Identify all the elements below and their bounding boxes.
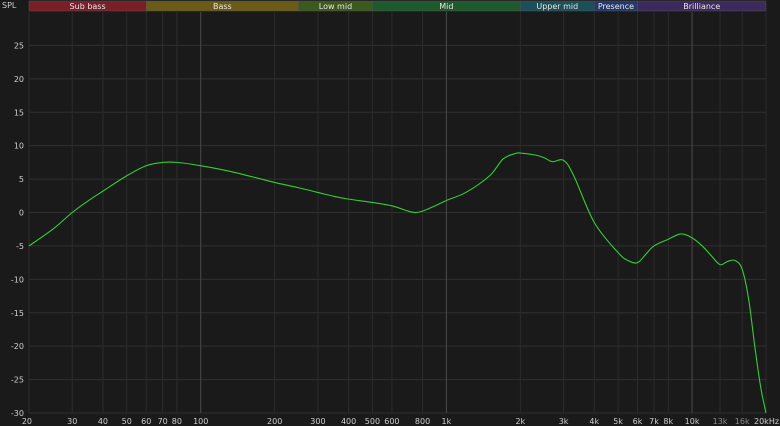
band-label-2: Low mid [319,2,352,11]
x-tick-2: 40 [98,417,108,426]
y-tick-7: -10 [11,275,24,284]
x-tick-1: 30 [67,417,77,426]
x-tick-11: 500 [365,417,380,426]
band-label-5: Presence [598,2,634,11]
x-tick-10: 400 [341,417,356,426]
x-tick-21: 8k [663,417,673,426]
x-tick-25: 20kHz [754,417,779,426]
x-tick-9: 300 [310,417,325,426]
x-tick-6: 80 [172,417,182,426]
frequency-response-chart: Sub bass Bass Low mid Mid Upper mid Presence B… [0,0,780,426]
frequency-bands: Sub bass Bass Low mid Mid Upper mid Presence B… [28,0,767,12]
x-tick-14: 1k [442,417,452,426]
y-tick-4: 5 [19,175,24,184]
x-tick-3: 50 [122,417,132,426]
y-tick-1: 20 [14,75,24,84]
x-tick-23: 13k [713,417,728,426]
x-tick-24: 16k [735,417,750,426]
x-tick-15: 2k [515,417,525,426]
y-tick-3: 10 [14,142,24,151]
band-label-4: Upper mid [536,2,578,11]
x-tick-8: 200 [267,417,282,426]
y-tick-8: -15 [11,309,24,318]
band-label-6: Brilliance [683,2,720,11]
x-tick-5: 70 [158,417,168,426]
y-tick-0: 25 [14,41,24,50]
y-axis-label: SPL [2,1,17,10]
band-label-3: Mid [439,2,453,11]
x-tick-19: 6k [633,417,643,426]
y-tick-9: -20 [11,342,24,351]
x-tick-13: 800 [415,417,430,426]
y-tick-6: -5 [16,242,24,251]
x-tick-18: 5k [613,417,623,426]
band-label-1: Bass [213,2,232,11]
x-tick-4: 60 [141,417,151,426]
band-label-0: Sub bass [70,2,106,11]
y-tick-5: 0 [19,209,24,218]
x-tick-7: 100 [193,417,208,426]
x-tick-17: 4k [589,417,599,426]
x-tick-22: 10k [685,417,700,426]
x-tick-0: 20 [22,417,32,426]
x-tick-12: 600 [384,417,399,426]
y-tick-10: -25 [11,376,24,385]
x-tick-16: 3k [559,417,569,426]
y-tick-2: 15 [14,108,24,117]
x-tick-20: 7k [649,417,659,426]
